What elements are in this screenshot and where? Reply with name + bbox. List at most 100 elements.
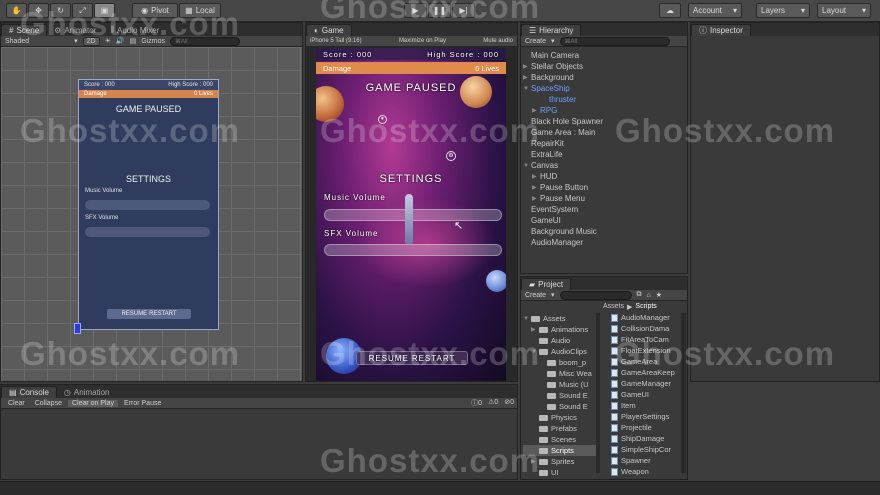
game-score-bar: Score : 000 High Score : 000	[316, 48, 506, 60]
script-file-item[interactable]: CollisionDama	[611, 323, 681, 334]
project-folder-item[interactable]: Music (U	[523, 379, 598, 390]
breadcrumb-assets[interactable]: Assets	[603, 303, 624, 310]
script-file-label: Weapon	[621, 467, 649, 476]
dropdown-arrow-icon: ▾	[551, 292, 555, 299]
expand-arrow-icon[interactable]: ▼	[523, 86, 531, 92]
expand-arrow-icon[interactable]: ▶	[523, 63, 531, 70]
game-settings-title: SETTINGS	[379, 173, 443, 185]
script-file-item[interactable]: Spawner	[611, 455, 681, 466]
project-folder-label: boom_p	[559, 358, 587, 367]
layers-dropdown[interactable]: Layers ▾	[756, 3, 810, 18]
script-file-item[interactable]: Projectile	[611, 422, 681, 433]
script-file-icon	[611, 445, 618, 454]
game-music-slider[interactable]	[324, 209, 502, 221]
project-folder-item[interactable]: Sound E	[523, 401, 598, 412]
expand-arrow-icon[interactable]: ▶	[532, 195, 540, 202]
account-dropdown[interactable]: Account ▾	[688, 3, 742, 18]
script-file-item[interactable]: SimpleShipCor	[611, 444, 681, 455]
hierarchy-item[interactable]: ▶ Pause Button	[523, 182, 687, 193]
hierarchy-item[interactable]: ▼ Canvas	[523, 160, 687, 171]
filter-type-icon[interactable]: ⧉	[637, 291, 642, 299]
watermark: Ghostxx.com	[320, 335, 541, 372]
hierarchy-item[interactable]: ▶ Stellar Objects	[523, 61, 687, 72]
script-file-item[interactable]: Weapon	[611, 466, 681, 477]
expand-arrow-icon[interactable]: ▶	[523, 74, 531, 81]
tab-project[interactable]: ▰ Project	[521, 278, 572, 290]
hierarchy-item[interactable]: Main Camera	[523, 50, 687, 61]
hierarchy-item[interactable]: ▶ HUD	[523, 171, 687, 182]
console-clear-on-play-toggle[interactable]: Clear on Play	[67, 399, 119, 407]
expand-arrow-icon[interactable]: ▼	[523, 316, 531, 322]
script-file-item[interactable]: GameManager	[611, 378, 681, 389]
selection-handle[interactable]	[74, 323, 81, 334]
script-file-icon	[611, 467, 618, 476]
hierarchy-item[interactable]: ▶ Pause Menu	[523, 193, 687, 204]
script-file-item[interactable]: AudioManager	[611, 312, 681, 323]
gear-icon: ⚙	[446, 151, 456, 161]
script-file-label: Item	[621, 401, 636, 410]
script-file-item[interactable]: Item	[611, 400, 681, 411]
script-file-item[interactable]: PlayerSettings	[611, 411, 681, 422]
console-counts: ⓘ0 ⚠0 ⊘0	[471, 398, 514, 408]
project-folder-label: Music (U	[559, 380, 589, 389]
script-file-item[interactable]: ShipDamage	[611, 433, 681, 444]
project-folder-label: Sound E	[559, 402, 588, 411]
mute-toggle[interactable]: Mute audio	[483, 38, 513, 44]
hierarchy-item[interactable]: AudioManager	[523, 237, 687, 248]
hierarchy-item[interactable]: Background Music	[523, 226, 687, 237]
tab-inspector[interactable]: ⓘ Inspector	[691, 24, 751, 36]
layout-dropdown[interactable]: Layout ▾	[817, 3, 871, 18]
game-sfx-slider[interactable]	[324, 244, 502, 256]
breadcrumb-scripts[interactable]: Scripts	[635, 303, 656, 310]
script-file-label: GameManager	[621, 379, 672, 388]
scene-resume-restart[interactable]: RESUME RESTART	[107, 309, 191, 319]
hierarchy-item[interactable]: thruster	[523, 94, 687, 105]
tab-console[interactable]: ▤ Console	[1, 386, 57, 398]
folder-icon	[539, 337, 548, 344]
cloud-button[interactable]: ☁	[659, 3, 681, 18]
filter-label-icon[interactable]: ⌂	[647, 292, 651, 299]
project-create-button[interactable]: Create	[525, 292, 546, 299]
project-folder-item[interactable]: ▼ Assets	[523, 313, 598, 324]
game-panel: ◐ Game iPhone 5 Tall (9:16) Maximize on P…	[305, 22, 518, 382]
scene-sfx-slider[interactable]	[85, 227, 210, 237]
watermark: Ghostxx.com	[320, 0, 541, 25]
project-search-input[interactable]	[559, 290, 632, 300]
resolution-dropdown[interactable]: iPhone 5 Tall (9:16)	[310, 38, 362, 44]
console-error-pause-toggle[interactable]: Error Pause	[120, 400, 165, 407]
hierarchy-item[interactable]: ▶ Background	[523, 72, 687, 83]
expand-arrow-icon[interactable]: ▶	[532, 184, 540, 191]
project-folder-item[interactable]: Sound E	[523, 390, 598, 401]
project-folder-item[interactable]: Prefabs	[523, 423, 598, 434]
console-collapse-toggle[interactable]: Collapse	[31, 400, 66, 407]
favorite-icon[interactable]: ★	[656, 291, 662, 299]
scene-score-bar: Score : 000 High Score : 000	[79, 80, 218, 90]
hierarchy-item[interactable]: ExtraLife	[523, 149, 687, 160]
project-folder-label: Sprites	[551, 457, 575, 466]
expand-arrow-icon[interactable]: ▶	[531, 326, 539, 333]
hierarchy-create-button[interactable]: Create	[525, 38, 546, 45]
error-count-toggle[interactable]: ⊘0	[504, 398, 514, 408]
expand-arrow-icon[interactable]: ▼	[523, 163, 531, 169]
hierarchy-item[interactable]: EventSystem	[523, 204, 687, 215]
console-clear-button[interactable]: Clear	[4, 400, 29, 407]
expand-arrow-icon[interactable]: ▶	[532, 173, 540, 180]
game-music-label: Music Volume	[324, 193, 386, 202]
hierarchy-item[interactable]: ▼ SpaceShip	[523, 83, 687, 94]
hierarchy-search-input[interactable]: ⌘All	[559, 36, 670, 46]
tab-animation[interactable]: ◷ Animation	[57, 386, 117, 398]
scene-music-slider[interactable]	[85, 200, 210, 210]
game-viewport[interactable]: Score : 000 High Score : 000 Damage 0 Live…	[316, 48, 506, 381]
project-folder-item[interactable]: Physics	[523, 412, 598, 423]
project-folder-item[interactable]: ▶ Animations	[523, 324, 598, 335]
hierarchy-item-label: Pause Menu	[540, 194, 585, 203]
info-count-toggle[interactable]: ⓘ0	[471, 398, 482, 408]
maximize-toggle[interactable]: Maximize on Play	[399, 38, 446, 44]
project-tree-scrollbar[interactable]	[596, 313, 600, 473]
watermark: Ghostxx.com	[615, 335, 836, 372]
script-file-item[interactable]: GameUI	[611, 389, 681, 400]
hierarchy-item[interactable]: GameUI	[523, 215, 687, 226]
dropdown-arrow-icon: ▾	[861, 6, 866, 15]
warning-count-toggle[interactable]: ⚠0	[488, 398, 498, 408]
watermark: Ghostxx.com	[20, 112, 241, 149]
